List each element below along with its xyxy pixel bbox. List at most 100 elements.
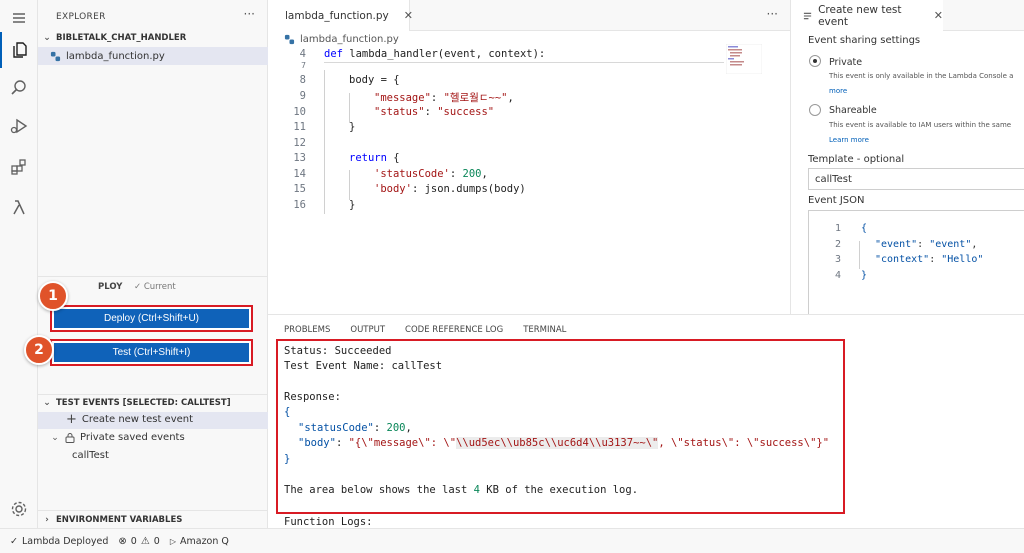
explorer-icon[interactable] [0,32,38,68]
chevron-right-icon: › [45,515,49,525]
json-token: } [861,270,868,281]
output-json-close: } [284,453,291,465]
deploy-status[interactable]: ✓ Lambda Deployed [10,536,108,547]
code-token: : json.dumps(body) [411,183,526,195]
json-token: { [861,223,868,234]
python-file-icon [50,51,61,61]
saved-event-label: callTest [72,450,109,461]
output-json-line: "body": "{\"message\": \"\\ud5ec\\ub85c\… [298,437,830,449]
code-line[interactable]: 14 'statusCode': 200, [268,168,728,184]
deploy-button[interactable]: Deploy (Ctrl+Shift+U) [54,309,249,328]
event-json-editor[interactable]: 1 { 2 "event": "event", 3 "context": "He… [808,210,1024,314]
menu-icon[interactable] [0,0,38,36]
tab-code-reference-log[interactable]: CODE REFERENCE LOG [405,325,503,335]
environment-variables-section-header[interactable]: › ENVIRONMENT VARIABLES [38,515,268,525]
warning-icon: ⚠ [140,535,150,547]
close-tab-icon[interactable]: ✕ [934,9,943,22]
amazon-q-status[interactable]: ▷ Amazon Q [170,536,229,547]
more-link[interactable]: more [829,87,847,95]
line-number: 16 [293,199,306,211]
code-line[interactable]: 8 body = { [268,74,728,90]
editor-more-actions-icon[interactable]: ··· [767,7,778,21]
project-name: BIBLETALK_CHAT_HANDLER [56,33,187,43]
line-number: 8 [299,74,306,86]
json-token: "statusCode" [298,422,374,434]
code-line[interactable]: 13 return { [268,152,728,168]
problems-count[interactable]: ⊗ 0 ⚠ 0 [118,536,159,547]
event-json-label: Event JSON [808,195,865,206]
template-label: Template - optional [808,154,905,165]
learn-more-link[interactable]: Learn more [829,136,869,144]
line-number: 15 [293,183,306,195]
tab-terminal[interactable]: TERMINAL [523,325,566,335]
tab-output[interactable]: OUTPUT [350,325,385,335]
file-item-lambda-function[interactable]: lambda_function.py [38,47,268,65]
line-number: 12 [293,137,306,149]
code-token: lambda_handler(event, context): [342,48,546,60]
code-line[interactable]: 12 [268,137,728,153]
output-log-note: The area below shows the last 4 KB of th… [284,484,639,496]
section-divider [38,276,268,277]
template-input[interactable]: callTest [808,168,1024,190]
code-token: body = { [349,74,400,86]
project-section-header[interactable]: ⌄ BIBLETALK_CHAT_HANDLER [38,33,268,43]
section-divider [38,510,268,511]
explorer-title: EXPLORER [56,12,106,22]
line-number: 14 [293,168,306,180]
preview-icon [803,12,812,19]
chevron-down-icon: ⌄ [43,33,51,43]
chevron-down-icon: ⌄ [51,432,59,443]
error-icon: ⊗ [118,535,127,547]
line-number: 7 [301,61,306,70]
private-label: Private [829,57,863,68]
saved-event-calltest[interactable]: callTest [72,450,109,461]
plus-icon: + [66,411,77,427]
tab-problems[interactable]: PROBLEMS [284,325,330,335]
code-line[interactable]: 7 [268,61,728,70]
code-token: def [324,48,343,60]
output-status-line: Status: Succeeded [284,345,392,357]
env-section-title: ENVIRONMENT VARIABLES [56,515,183,525]
output-json-open: { [284,406,291,418]
chevron-down-icon: ⌄ [43,398,51,408]
run-debug-icon[interactable] [0,108,38,144]
json-token: "body" [298,437,336,449]
private-radio[interactable] [809,55,821,67]
search-icon[interactable] [0,70,38,106]
editor-tab-lambda-function[interactable]: lambda_function.py ✕ [268,0,413,31]
line-number: 3 [834,254,841,265]
private-saved-events-item[interactable]: ⌄ Private saved events [50,432,185,443]
warning-count: 0 [153,535,160,547]
deploy-current-status: ✓ Current [134,282,176,292]
settings-gear-icon[interactable] [0,491,38,527]
line-number: 10 [293,106,306,118]
line-number: 9 [299,90,306,102]
activity-bar [0,0,38,528]
create-new-test-event-item[interactable]: + Create new test event [66,411,194,427]
extensions-icon[interactable] [0,149,38,185]
more-actions-icon[interactable]: ··· [244,7,255,21]
code-line[interactable]: 9 "message": "헬로월ㄷ~~", [268,90,728,106]
line-number: 13 [293,152,306,164]
code-token: 'body' [374,183,412,195]
close-tab-icon[interactable]: ✕ [404,9,413,22]
code-line[interactable]: 16 } [268,199,728,215]
test-button[interactable]: Test (Ctrl+Shift+I) [54,343,249,362]
json-token: "event" [875,239,918,250]
lock-icon [65,433,75,443]
right-tab-label: Create new test event [818,3,902,28]
code-line[interactable]: 10 "status": "success" [268,106,728,122]
test-events-section-header[interactable]: ⌄ TEST EVENTS [SELECTED: CALLTEST] [38,398,268,408]
shareable-radio[interactable] [809,104,821,116]
breadcrumb[interactable]: lambda_function.py [284,31,399,47]
deploy-section-header: PLOY [98,282,123,292]
code-line[interactable]: 11 } [268,121,728,137]
tab-create-test-event[interactable]: Create new test event ✕ [791,0,943,31]
sharing-settings-label: Event sharing settings [808,35,921,46]
lambda-icon[interactable] [0,189,38,225]
output-response-label: Response: [284,391,341,403]
code-line[interactable]: 15 'body': json.dumps(body) [268,183,728,199]
minimap[interactable] [726,44,762,74]
breadcrumb-file: lambda_function.py [300,33,399,45]
create-event-label: Create new test event [81,414,194,425]
